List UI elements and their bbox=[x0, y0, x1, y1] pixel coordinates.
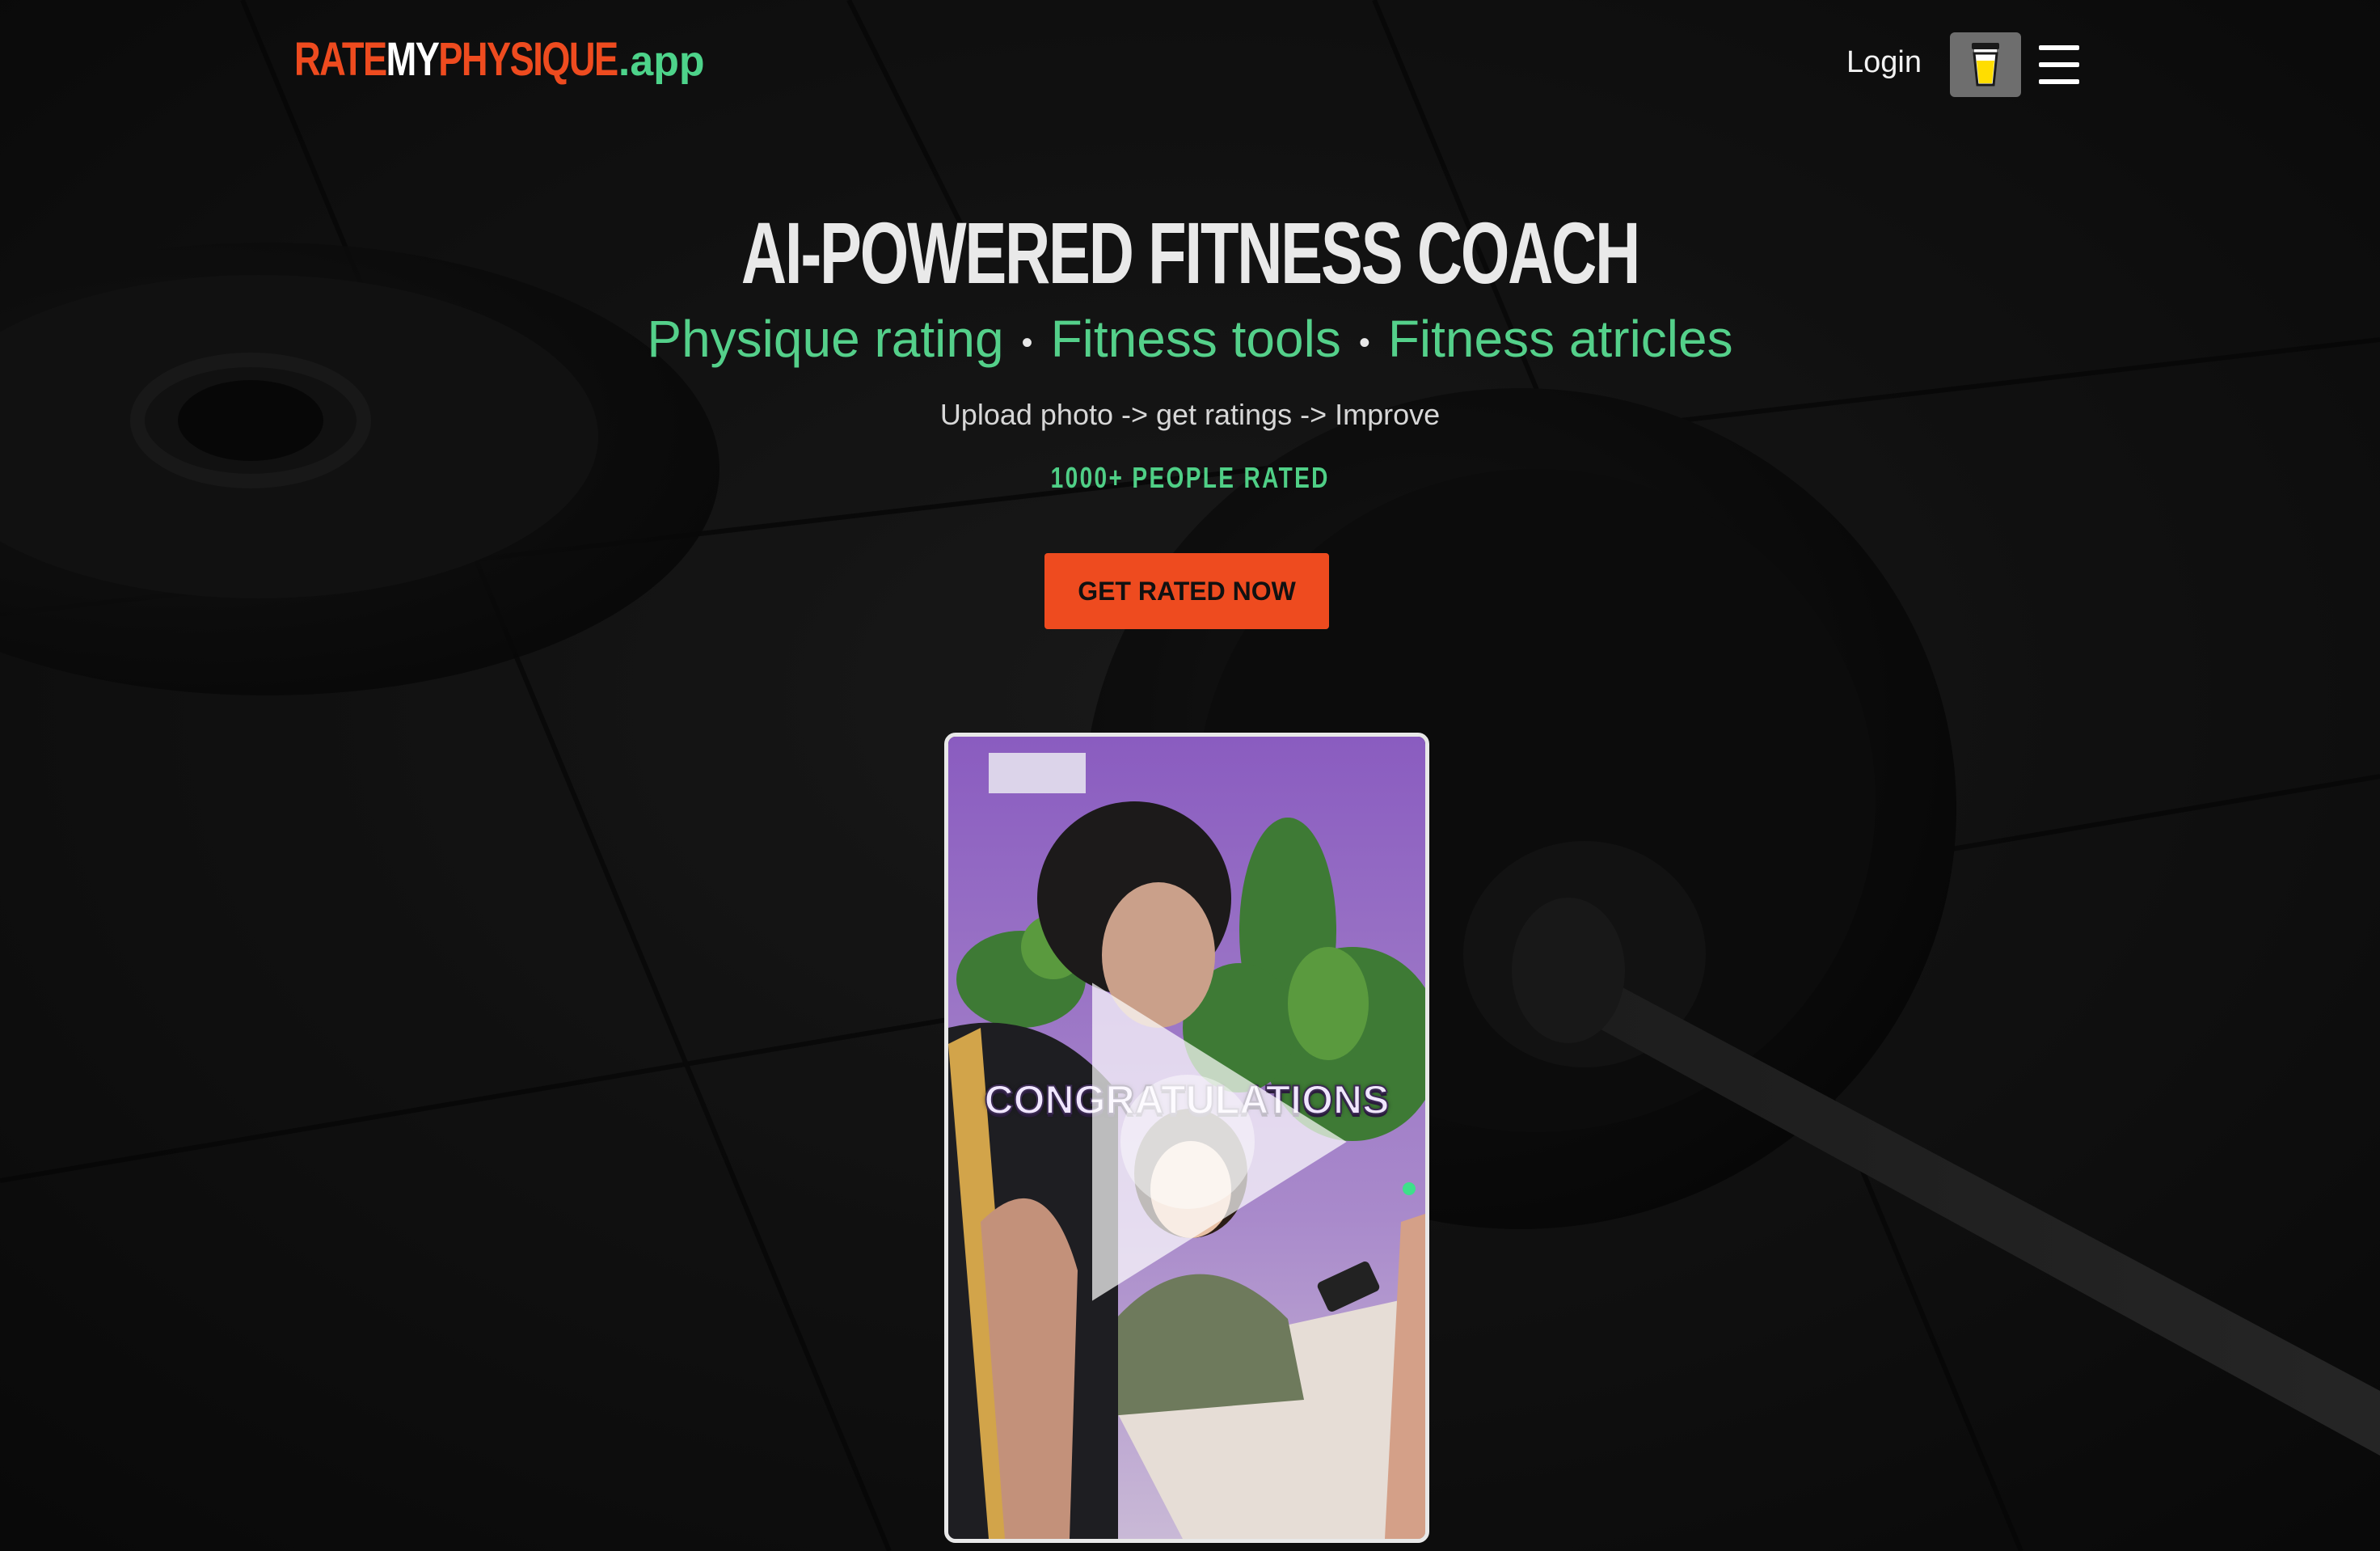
rated-count: 1000+ PEOPLE RATED bbox=[0, 461, 2380, 495]
rated-count-text: 1000+ PEOPLE RATED bbox=[1050, 461, 1330, 494]
menu-line bbox=[2039, 62, 2079, 67]
get-rated-now-button[interactable]: GET RATED NOW bbox=[1044, 553, 1329, 629]
feature-fitness-articles[interactable]: Fitness atricles bbox=[1388, 310, 1733, 368]
menu-line bbox=[2039, 79, 2079, 84]
feature-fitness-tools[interactable]: Fitness tools bbox=[1051, 310, 1341, 368]
status-indicator-dot bbox=[1403, 1182, 1416, 1195]
hero-title-text: AI-POWERED FITNESS COACH bbox=[741, 204, 1640, 302]
feature-list: Physique rating • Fitness tools • Fitness at… bbox=[0, 309, 2380, 369]
play-icon bbox=[949, 741, 1425, 1539]
site-logo[interactable]: RATE MY PHYSIQUE .app bbox=[294, 32, 705, 91]
logo-physique: PHYSIQUE bbox=[438, 33, 618, 86]
logo-my: MY bbox=[386, 33, 440, 86]
promo-video[interactable]: CONGRATULATIONS bbox=[944, 733, 1429, 1543]
feature-physique-rating[interactable]: Physique rating bbox=[647, 310, 1003, 368]
menu-line bbox=[2039, 45, 2079, 50]
play-button[interactable] bbox=[1092, 983, 1347, 1301]
logo-rate: RATE bbox=[294, 33, 387, 86]
login-button[interactable]: Login bbox=[1846, 45, 1922, 80]
hero-tagline: Upload photo -> get ratings -> Improve bbox=[939, 398, 1441, 431]
logo-app: .app bbox=[618, 38, 705, 85]
feature-separator: • bbox=[1021, 324, 1033, 361]
hero-title: AI-POWERED FITNESS COACH bbox=[0, 202, 2380, 303]
top-navigation-bar: RATE MY PHYSIQUE .app Login bbox=[0, 0, 2380, 129]
hamburger-menu-button[interactable] bbox=[2039, 42, 2081, 87]
buy-me-coffee-button[interactable] bbox=[1950, 32, 2021, 97]
feature-separator: • bbox=[1358, 324, 1370, 361]
coffee-cup-icon bbox=[1969, 41, 2002, 89]
